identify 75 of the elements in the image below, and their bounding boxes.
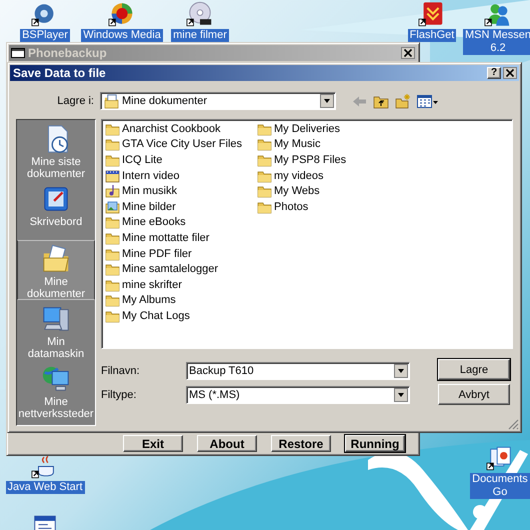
file-item[interactable]: My Albums — [121, 294, 177, 306]
folder-icon — [105, 246, 120, 261]
icon-label[interactable]: mine filmer — [171, 29, 229, 42]
documents-folder-icon — [41, 244, 71, 274]
folder-icon — [105, 152, 120, 167]
app-button[interactable]: Running — [345, 435, 405, 452]
disc-icon — [186, 1, 214, 28]
icon-label[interactable]: Java Web Start — [6, 481, 84, 494]
file-item[interactable]: My Chat Logs — [121, 310, 191, 322]
folder-icon — [105, 230, 120, 245]
folder-icon — [257, 152, 272, 167]
film-icon — [105, 168, 120, 183]
file-type-dropdown[interactable]: MS (*.MS) — [186, 386, 410, 404]
file-item[interactable]: Mine eBooks — [121, 216, 187, 228]
file-item[interactable]: My PSP8 Files — [273, 154, 348, 166]
dialog-button[interactable]: Avbryt — [438, 384, 510, 405]
view-menu-icon[interactable] — [417, 94, 439, 108]
file-item[interactable]: Mine PDF filer — [121, 248, 193, 260]
file-item[interactable]: GTA Vice City User Files — [121, 138, 244, 150]
look-in-dropdown[interactable]: Mine dokumenter — [100, 92, 336, 110]
folder-icon — [105, 308, 120, 323]
file-item[interactable]: Intern video — [121, 170, 180, 182]
field-label: Lagre i: — [56, 95, 95, 107]
resize-grip-icon[interactable] — [507, 418, 519, 430]
music-folder-icon — [105, 184, 120, 198]
folder-icon — [257, 200, 272, 214]
window-icon — [11, 47, 25, 59]
place-item[interactable]: Min datamaskin — [17, 300, 95, 360]
app-button[interactable]: About — [197, 435, 257, 452]
close-icon[interactable] — [503, 67, 517, 79]
field-label: Filtype: — [101, 389, 138, 401]
icon-label[interactable]: FlashGet — [408, 29, 456, 42]
folder-icon — [105, 215, 120, 230]
place-item[interactable]: Skrivebord — [17, 180, 95, 240]
place-item[interactable]: Mine siste dokumenter — [17, 120, 95, 180]
documents-folder-icon — [104, 94, 119, 108]
folder-icon — [257, 168, 272, 183]
folder-icon — [257, 137, 272, 152]
dialog-button[interactable]: Lagre — [438, 359, 510, 380]
folder-icon — [257, 184, 272, 198]
file-item[interactable]: ICQ Lite — [121, 154, 164, 166]
icon-label[interactable]: BSPlayer — [20, 29, 70, 42]
close-icon[interactable] — [401, 47, 415, 59]
folder-icon — [257, 122, 272, 136]
picture-folder-icon — [105, 200, 120, 214]
folder-icon — [105, 137, 120, 152]
folder-icon — [105, 262, 120, 276]
messenger-icon — [484, 1, 512, 28]
file-item[interactable]: my videos — [273, 170, 325, 182]
folder-icon — [105, 122, 120, 136]
file-item[interactable]: My Webs — [273, 185, 321, 198]
new-folder-icon[interactable] — [395, 94, 411, 108]
file-item[interactable]: Mine samtalelogger — [121, 263, 219, 276]
help-button[interactable]: ? — [487, 67, 501, 79]
up-folder-icon[interactable] — [373, 94, 389, 108]
place-item[interactable]: Mine nettverkssteder — [17, 360, 95, 420]
file-item[interactable]: My Deliveries — [273, 122, 342, 135]
field-label: Filnavn: — [101, 365, 141, 377]
window-title: Phonebackup — [28, 46, 108, 60]
file-item[interactable]: Photos — [273, 200, 310, 213]
icon-label[interactable]: Documents Go — [470, 473, 530, 499]
file-item[interactable]: Mine bilder — [121, 200, 177, 213]
folder-icon — [105, 278, 120, 292]
app-button[interactable]: Restore — [271, 435, 331, 452]
file-item[interactable]: mine skrifter — [121, 278, 183, 291]
icon-label[interactable]: Windows Media — [81, 29, 163, 42]
file-name-field[interactable]: Backup T610 — [186, 362, 410, 380]
folder-icon — [105, 293, 120, 308]
file-item[interactable]: My Music — [273, 138, 322, 150]
dialog-title: Save Data to file — [13, 66, 107, 80]
icon-label[interactable]: MSN Messen 6.2 — [462, 29, 530, 55]
file-item[interactable]: Min musikk — [121, 185, 178, 198]
file-item[interactable]: Anarchist Cookbook — [121, 122, 222, 135]
file-item[interactable]: Mine mottatte filer — [121, 232, 210, 244]
app-button[interactable]: Exit — [123, 435, 183, 452]
